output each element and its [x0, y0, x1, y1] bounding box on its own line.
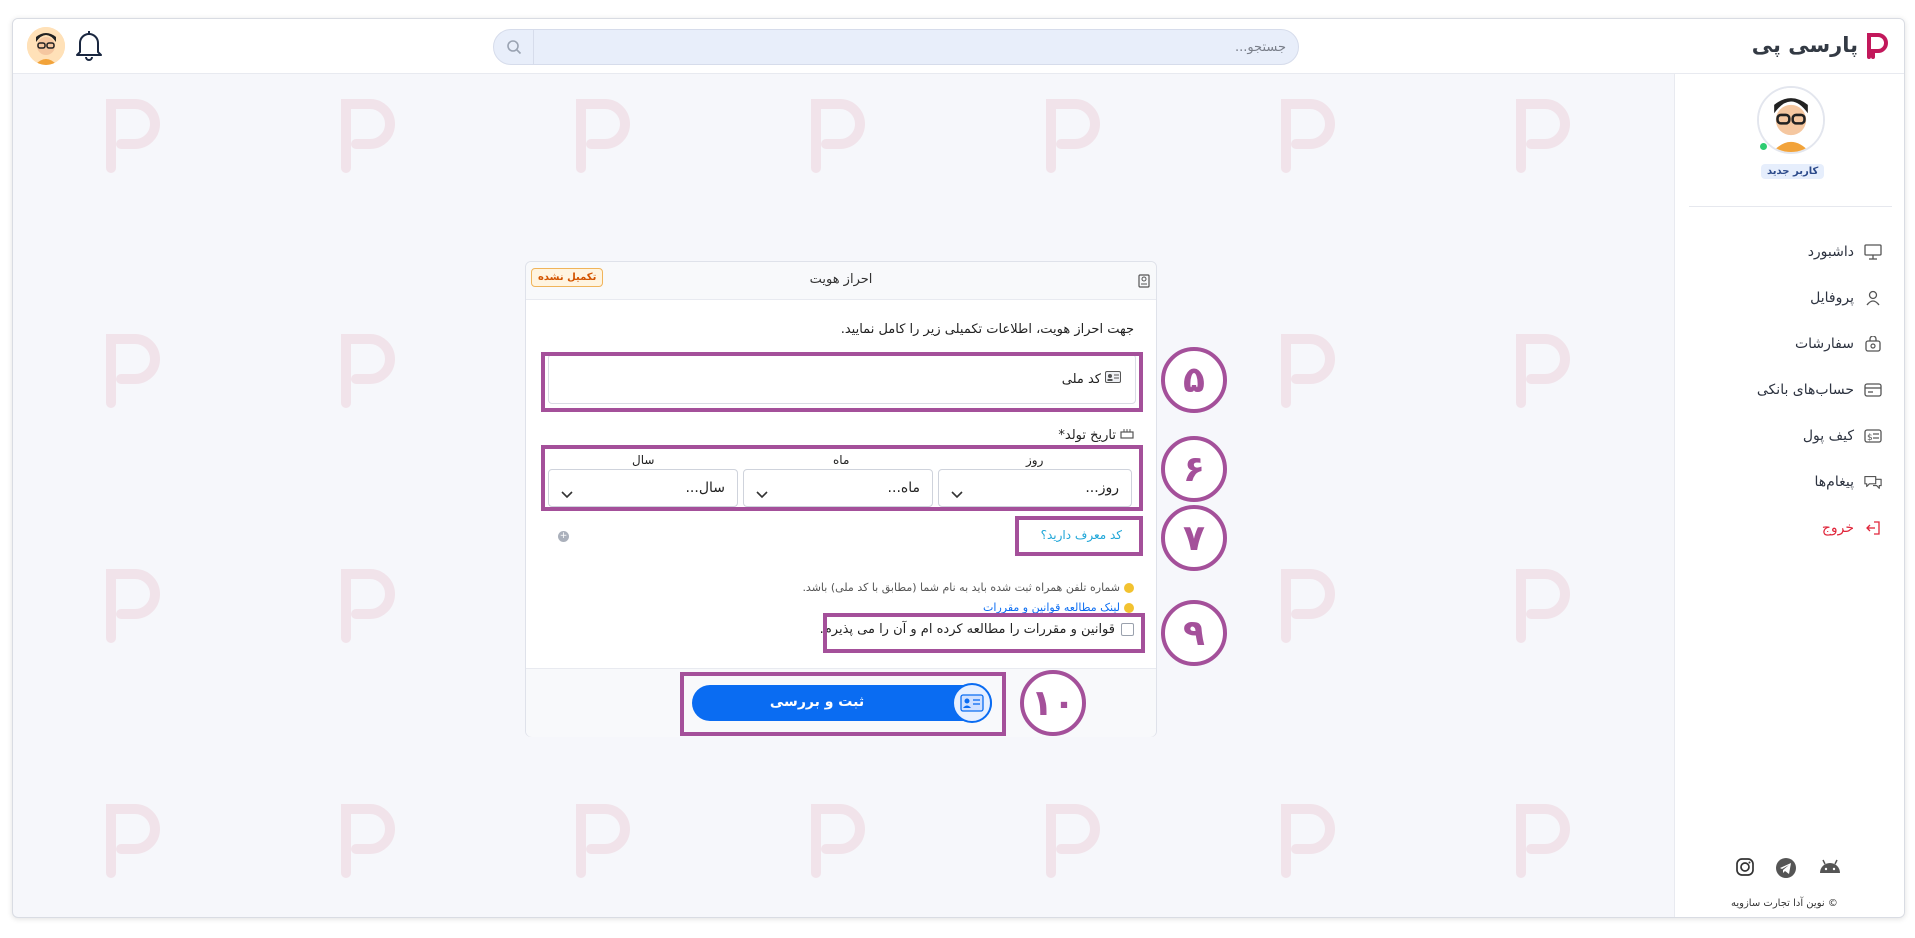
phone-note: شماره تلفن همراه ثبت شده باید به نام شما…	[802, 581, 1134, 594]
info-icon	[1124, 602, 1134, 613]
watermark-logo	[1043, 799, 1103, 879]
annotation-box-referral	[1015, 516, 1143, 556]
sidebar-item-label: حساب‌های بانکی	[1756, 382, 1854, 398]
bank-card-icon	[1864, 381, 1882, 399]
sidebar-menu: داشبورد پروفایل سفارشات حساب‌های بانکی $…	[1674, 229, 1904, 551]
info-icon	[1124, 582, 1134, 593]
search-button[interactable]	[494, 30, 534, 64]
sidebar-item-logout[interactable]: خروج	[1674, 505, 1904, 551]
notifications-button[interactable]	[75, 29, 103, 65]
sidebar-item-label: داشبورد	[1807, 244, 1854, 260]
watermark-logo	[1513, 564, 1573, 644]
avatar-icon	[1759, 88, 1823, 152]
watermark-logo	[338, 799, 398, 879]
watermark-logo	[338, 564, 398, 644]
watermark-logo	[1043, 94, 1103, 174]
user-level-badge: کاربر جدید	[1761, 164, 1825, 179]
logout-icon	[1864, 519, 1882, 537]
parsipay-logo-icon	[1867, 33, 1888, 59]
search-icon	[506, 40, 521, 55]
copyright-text: © نوین آدا تجارت سازویه	[1731, 898, 1838, 909]
watermark-logo	[1278, 94, 1338, 174]
sidebar-item-bank-accounts[interactable]: حساب‌های بانکی	[1674, 367, 1904, 413]
watermark-logo	[1278, 329, 1338, 409]
avatar-icon	[27, 27, 65, 65]
shopping-bag-icon	[1864, 335, 1882, 353]
watermark-logo	[573, 94, 633, 174]
online-status-dot	[1759, 142, 1768, 151]
annotation-step-7: ۷	[1161, 505, 1227, 571]
watermark-logo	[1513, 799, 1573, 879]
monitor-icon	[1864, 243, 1882, 261]
sidebar-item-profile[interactable]: پروفایل	[1674, 275, 1904, 321]
watermark-logo	[338, 329, 398, 409]
divider	[1689, 206, 1892, 207]
telegram-icon[interactable]	[1775, 857, 1797, 883]
android-icon[interactable]	[1817, 857, 1843, 883]
annotation-step-9: ۹	[1161, 600, 1227, 666]
sidebar-item-label: کیف پول	[1802, 428, 1854, 444]
sidebar-item-label: خروج	[1821, 520, 1854, 536]
search-bar	[493, 29, 1299, 65]
app-window: پارسی پی کاربر جدید داشبورد	[12, 18, 1905, 918]
instagram-icon[interactable]	[1735, 857, 1755, 883]
watermark-logo	[573, 799, 633, 879]
watermark-logo	[808, 94, 868, 174]
watermark-logo	[103, 94, 163, 174]
watermark-logo	[1278, 564, 1338, 644]
user-avatar[interactable]	[27, 27, 65, 65]
social-links	[1735, 857, 1843, 883]
watermark-logo	[808, 799, 868, 879]
watermark-logo	[103, 329, 163, 409]
svg-text:$: $	[1867, 433, 1873, 443]
sidebar-item-orders[interactable]: سفارشات	[1674, 321, 1904, 367]
top-header: پارسی پی	[13, 19, 1904, 74]
annotation-box-national-code	[541, 352, 1143, 412]
sidebar-item-dashboard[interactable]: داشبورد	[1674, 229, 1904, 275]
search-input[interactable]	[546, 30, 1286, 64]
watermark-logo	[1513, 94, 1573, 174]
sidebar-item-wallet[interactable]: $ کیف پول	[1674, 413, 1904, 459]
watermark-logo	[1278, 799, 1338, 879]
annotation-box-birth-date	[541, 445, 1143, 511]
birth-date-label: تاریخ تولد*	[1058, 427, 1134, 443]
sidebar-item-label: پیغام‌ها	[1814, 474, 1854, 490]
cake-icon	[1120, 427, 1134, 443]
annotation-box-terms	[823, 613, 1145, 653]
plus-icon[interactable]: +	[558, 531, 569, 542]
annotation-box-submit	[680, 672, 1006, 736]
watermark-logo	[338, 94, 398, 174]
annotation-step-6: ۶	[1161, 436, 1227, 502]
sidebar-item-messages[interactable]: پیغام‌ها	[1674, 459, 1904, 505]
intro-text: جهت احراز هویت، اطلاعات تکمیلی زیر را کا…	[840, 322, 1134, 337]
watermark-logo	[1513, 329, 1573, 409]
sidebar-item-label: پروفایل	[1810, 290, 1854, 306]
brand-logo[interactable]: پارسی پی	[1752, 31, 1890, 59]
wallet-icon: $	[1864, 427, 1882, 445]
card-title: احراز هویت	[809, 272, 873, 287]
sidebar: کاربر جدید داشبورد پروفایل سفارشات حساب‌…	[1674, 74, 1904, 917]
annotation-step-10: ۱۰	[1020, 670, 1086, 736]
sidebar-item-label: سفارشات	[1794, 336, 1854, 352]
user-icon	[1864, 289, 1882, 307]
brand-name: پارسی پی	[1751, 33, 1858, 57]
annotation-step-5: ۵	[1161, 347, 1227, 413]
watermark-logo	[103, 564, 163, 644]
watermark-logo	[103, 799, 163, 879]
chat-icon	[1864, 473, 1882, 491]
bell-icon	[76, 31, 102, 61]
status-badge: تکمیل نشده	[531, 268, 604, 287]
card-header: احراز هویت تکمیل نشده	[526, 262, 1156, 300]
